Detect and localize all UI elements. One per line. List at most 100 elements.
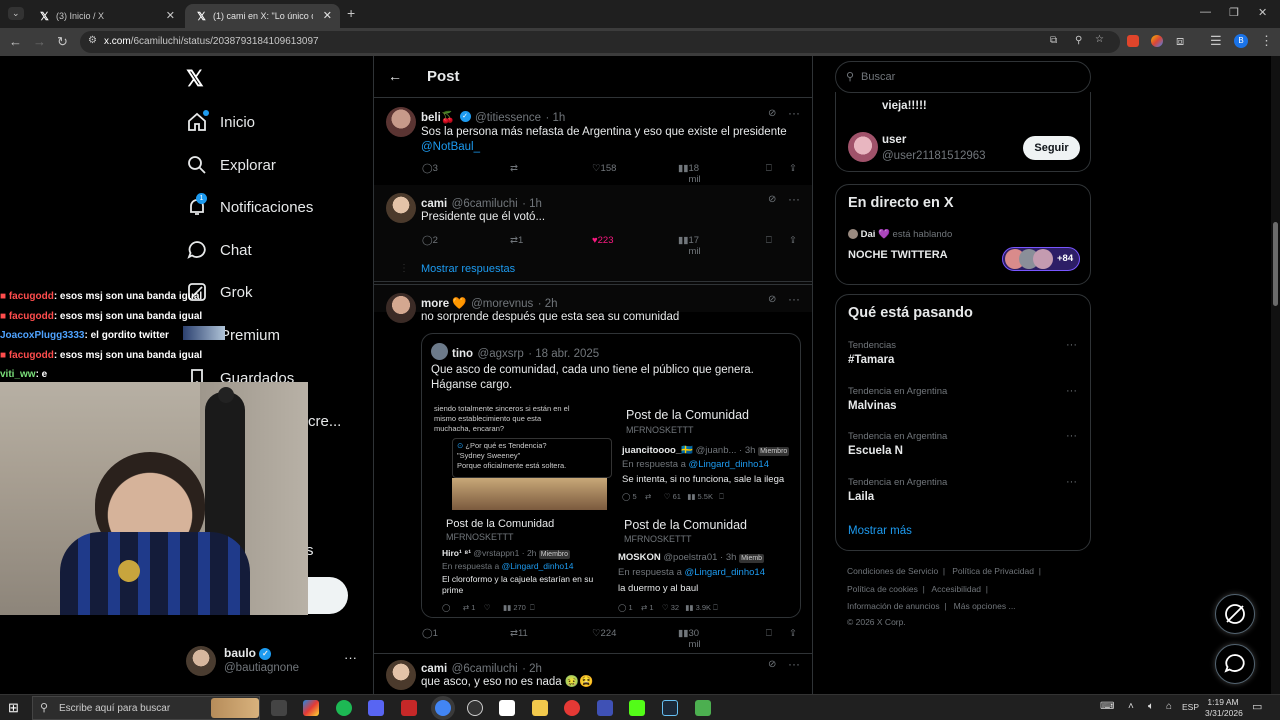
taskbar-search-input[interactable]: ⚲ Escribe aquí para buscar [32,696,260,720]
like-icon[interactable]: ♥ 223 [592,235,614,246]
back-arrow-icon[interactable]: ← [388,68,402,84]
keyboard-icon[interactable]: ⌨ [1100,701,1114,712]
chevron-up-icon[interactable]: ˄ [1128,701,1134,712]
close-icon[interactable]: ✕ [323,9,332,22]
notification-center-icon[interactable]: ▭ [1252,700,1262,713]
views-icon[interactable]: ▮▮ 30 mil [678,628,701,650]
opera-icon[interactable] [564,700,580,716]
share-icon[interactable]: ⇪ [789,235,797,246]
search-input[interactable]: ⚲ Buscar [835,61,1091,93]
extension-icon[interactable] [1127,35,1139,47]
sidebar-item-explorar[interactable]: Explorar [186,150,276,180]
app-icon[interactable] [597,700,613,716]
file-explorer-icon[interactable] [532,700,548,716]
account-switcher[interactable]: baulo ✓ @bautiagnone ··· [186,646,361,680]
bookmark-icon[interactable]: ⎕ [766,163,772,174]
like-icon[interactable]: ♡ 224 [592,628,616,639]
extension-icon[interactable] [1151,35,1163,47]
footer-link[interactable]: Política de Privacidad [952,566,1034,576]
url-field[interactable]: ⚙ x.com/6camiluchi/status/20387931841096… [80,31,1120,53]
app-icon[interactable] [401,700,417,716]
minimize-button[interactable]: — [1200,6,1211,18]
reply-icon[interactable]: ◯ 2 [422,235,438,246]
show-more-link[interactable]: Mostrar más [848,525,912,537]
windows-start-icon[interactable]: ⊞ [8,700,19,716]
quoted-tweet[interactable]: tino @agxsrp · 18 abr. 2025 Que asco de … [421,333,801,618]
retweet-icon[interactable]: ⇄ [510,163,518,174]
app-icon[interactable] [499,700,515,716]
obs-icon[interactable] [467,700,483,716]
app-icon[interactable] [695,700,711,716]
like-icon[interactable]: ♡ 158 [592,163,616,174]
more-dots-icon[interactable]: ··· [1066,385,1077,397]
new-tab-button[interactable]: + [347,5,355,21]
zoom-icon[interactable]: ⚲ [1075,35,1082,46]
bookmark-icon[interactable]: ⎕ [766,235,772,246]
sidebar-item-inicio[interactable]: Inicio [186,107,255,137]
footer-link[interactable]: Política de cookies [847,584,918,594]
show-replies-link[interactable]: Mostrar respuestas [421,263,515,275]
views-icon[interactable]: ▮▮ 17 mil [678,235,701,257]
copilot-icon[interactable] [303,700,319,716]
more-dots-icon[interactable]: ··· [788,292,800,306]
forward-arrow-icon[interactable]: → [33,34,46,49]
more-dots-icon[interactable]: ··· [1066,339,1077,351]
task-view-icon[interactable] [271,700,287,716]
avatar[interactable] [386,293,416,323]
reply-icon[interactable]: ◯ 1 [422,628,438,639]
share-icon[interactable]: ⇪ [789,628,797,639]
quote-image[interactable]: Post de la Comunidad MFRNOSKETTT MOSKON … [614,512,800,617]
tweet[interactable]: cami @6camiluchi · 2h ⊘ ··· que asco, y … [374,653,812,694]
tweet[interactable]: beli🍒 ✓ @titiessence · 1h ⊘ ··· Sos la p… [374,99,812,185]
avatar[interactable] [386,193,416,223]
tweet[interactable]: more 🧡 @morevnus · 2h ⊘ ··· no sorprende… [374,284,812,654]
footer-link[interactable]: Más opciones ... [954,601,1016,611]
avatar[interactable] [386,660,416,690]
window-close-button[interactable]: ✕ [1258,6,1267,19]
grok-icon[interactable]: ⊘ [768,194,776,205]
quote-image[interactable]: Post de la Comunidad MFRNOSKETTT juancit… [614,400,800,510]
back-arrow-icon[interactable]: ← [9,34,22,49]
sidebar-item-partial[interactable]: cre... [308,406,341,436]
scrollbar-thumb[interactable] [1273,222,1278,306]
reply-icon[interactable]: ◯ 3 [422,163,438,174]
more-dots-icon[interactable]: ··· [788,657,800,671]
tab-inicio[interactable]: 𝕏 (3) Inicio / X ✕ [28,4,183,28]
more-dots-icon[interactable]: ··· [1066,430,1077,442]
clock[interactable]: 1:19 AM 3/31/2026 [1205,697,1243,719]
views-icon[interactable]: ▮▮ 18 mil [678,163,701,185]
more-dots-icon[interactable]: ··· [788,106,800,120]
follow-button[interactable]: Seguir [1023,136,1080,160]
tab-post[interactable]: 𝕏 (1) cami en X: "Lo único que te ✕ [185,4,340,28]
quote-image[interactable]: siendo totalmente sinceros si están en e… [422,400,612,510]
grok-icon[interactable]: ⊘ [768,108,776,119]
kick-icon[interactable] [629,700,645,716]
space-listeners[interactable]: +84 [1002,247,1080,271]
more-dots-icon[interactable]: ··· [344,650,357,665]
messages-fab-button[interactable] [1215,644,1255,684]
reload-icon[interactable]: ↻ [57,34,68,50]
footer-link[interactable]: Condiciones de Servicio [847,566,938,576]
avatar[interactable] [848,132,878,162]
scrollbar[interactable] [1271,56,1280,694]
footer-link[interactable]: Información de anuncios [847,601,940,611]
bookmark-icon[interactable]: ⎕ [766,628,772,639]
profile-avatar[interactable]: B [1234,34,1248,48]
retweet-icon[interactable]: ⇄ 1 [510,235,523,246]
grok-fab-button[interactable] [1215,594,1255,634]
sidebar-item-chat[interactable]: Chat [186,235,252,265]
bookmark-star-icon[interactable]: ☆ [1095,34,1104,45]
steam-icon[interactable] [662,700,678,716]
sidebar-item-notificaciones[interactable]: 1 Notificaciones [186,192,313,222]
chrome-icon[interactable] [435,700,451,716]
tab-list-button[interactable]: ⌄ [8,7,24,20]
more-dots-icon[interactable]: ··· [788,192,800,206]
grok-icon[interactable]: ⊘ [768,294,776,305]
close-icon[interactable]: ✕ [166,9,175,22]
menu-dots-icon[interactable]: ⋮ [1260,33,1273,49]
volume-icon[interactable]: 🔈︎ [1148,701,1154,712]
install-icon[interactable]: ⧉ [1050,35,1057,46]
footer-link[interactable]: Accesibilidad [931,584,981,594]
tab-search-icon[interactable]: ☰ [1210,33,1222,49]
spotify-icon[interactable] [336,700,352,716]
